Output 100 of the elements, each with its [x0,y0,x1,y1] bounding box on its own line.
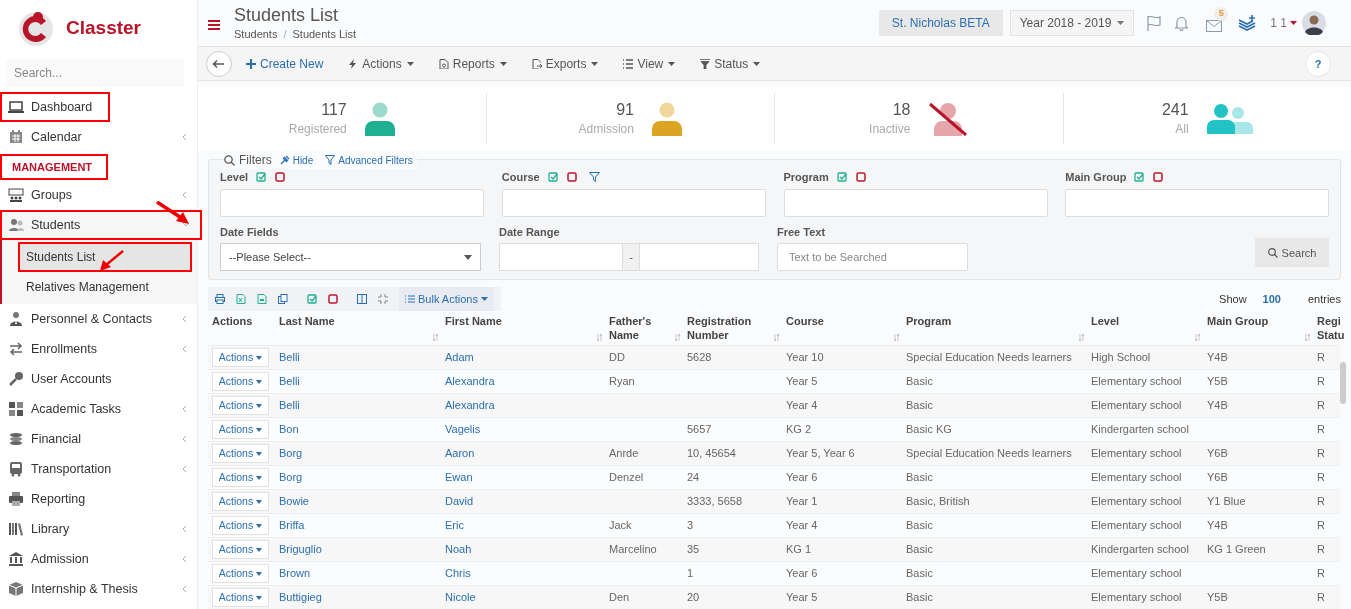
nav-item[interactable]: Transportation [0,454,197,484]
toolbar-dropdown[interactable]: Exports [531,54,599,73]
row-actions-button[interactable]: Actions [212,588,269,607]
name-link[interactable]: Bon [279,423,299,436]
sort-icon[interactable] [597,334,603,341]
name-link[interactable]: David [445,495,474,508]
sort-icon[interactable] [1305,334,1311,341]
csv-file-icon[interactable] [257,294,267,305]
column-header[interactable]: Course [786,314,892,328]
row-actions-button[interactable]: Actions [212,516,269,535]
nav-item[interactable]: Library [0,514,197,544]
row-actions-button[interactable]: Actions [212,444,269,463]
row-actions-button[interactable]: Actions [212,540,269,559]
printer-icon[interactable] [215,294,225,305]
name-link[interactable]: Briguglio [279,543,322,556]
toolbar-dropdown[interactable]: View [623,54,676,73]
column-header[interactable]: Main Group [1207,314,1303,328]
deselect-icon[interactable] [566,172,577,183]
name-link[interactable]: Adam [445,351,474,364]
deselect-icon[interactable] [275,172,286,183]
name-link[interactable]: Eric [445,519,464,532]
name-link[interactable]: Noah [445,543,472,556]
input-field[interactable] [501,189,766,218]
row-actions-button[interactable]: Actions [212,492,269,511]
input-field[interactable] [1065,189,1330,218]
flag-icon[interactable] [1146,15,1163,32]
deselect-icon[interactable] [1153,172,1164,183]
input-field[interactable] [639,243,759,272]
funnel-icon[interactable] [588,172,600,183]
row-actions-button[interactable]: Actions [212,420,269,439]
name-link[interactable]: Bowie [279,495,309,508]
input-field[interactable] [220,189,484,218]
copy-icon[interactable] [278,294,288,305]
help-button[interactable]: ? [1305,50,1331,77]
bell-icon[interactable] [1174,15,1190,32]
select-field[interactable]: --Please Select-- [220,243,481,272]
toolbar-dropdown[interactable]: Status [700,54,761,73]
name-link[interactable]: Buttigieg [279,591,322,604]
nav-subitem[interactable]: Students List [18,242,192,272]
row-actions-button[interactable]: Actions [212,468,269,487]
nav-item[interactable]: Students [0,210,202,240]
search-button[interactable]: Search [1255,238,1329,268]
hide-link[interactable]: Hide [279,152,314,168]
name-link[interactable]: Borg [279,471,303,484]
name-link[interactable]: Chris [445,567,471,580]
nav-item[interactable]: Admission [0,544,197,574]
input-field[interactable]: Text to be Searched [777,243,968,272]
nav-item[interactable]: Calendar [0,122,197,152]
column-header[interactable]: Regi Statu [1317,314,1351,342]
nav-item[interactable]: Internship & Thesis [0,574,197,604]
column-header[interactable]: Father's Name [609,314,673,342]
name-link[interactable]: Nicole [445,591,476,604]
select-all-icon[interactable] [1134,172,1145,183]
row-actions-button[interactable]: Actions [212,348,269,367]
avatar-icon[interactable] [1302,11,1326,36]
column-header[interactable]: Level [1091,314,1193,328]
school-button[interactable]: St. Nicholas BETA [878,10,1003,37]
input-field[interactable] [783,189,1048,218]
sort-icon[interactable] [1079,334,1085,341]
sort-icon[interactable] [433,334,439,341]
column-header[interactable]: Registration Number [687,314,772,342]
select-all-icon[interactable] [256,172,267,183]
sort-icon[interactable] [774,334,780,341]
menu-icon[interactable] [208,20,220,31]
name-link[interactable]: Briffa [279,519,305,532]
column-header[interactable]: Actions [212,314,265,328]
row-actions-button[interactable]: Actions [212,396,269,415]
input-field[interactable] [499,243,623,272]
name-link[interactable]: Borg [279,447,303,460]
name-link[interactable]: Aaron [445,447,475,460]
name-link[interactable]: Belli [279,375,300,388]
nav-item[interactable]: Financial [0,424,197,454]
bulk-actions-button[interactable]: Bulk Actions [399,287,494,312]
sort-icon[interactable] [1195,334,1201,341]
name-link[interactable]: Ewan [445,471,473,484]
toolbar-dropdown[interactable]: Reports [438,54,507,73]
deselect-icon[interactable] [328,294,338,305]
nav-subitem[interactable]: Relatives Management [18,272,192,302]
create-new-button[interactable]: Create New [246,54,324,73]
nav-item[interactable]: Academic Tasks [0,394,197,424]
search-field[interactable]: Search... [6,59,184,87]
name-link[interactable]: Alexandra [445,399,495,412]
name-link[interactable]: Alexandra [445,375,495,388]
user-menu[interactable]: 1 1 [1270,14,1297,33]
spreadsheet-icon[interactable] [236,294,246,305]
row-actions-button[interactable]: Actions [212,564,269,583]
sort-icon[interactable] [894,334,900,341]
name-link[interactable]: Belli [279,399,300,412]
year-dropdown[interactable]: Year 2018 - 2019 [1009,10,1135,37]
deselect-icon[interactable] [855,172,866,183]
layers-add-icon[interactable] [1238,15,1257,32]
envelope-icon[interactable] [1206,20,1223,33]
page-size-select[interactable]: 100 [1262,290,1281,308]
column-header[interactable]: First Name [445,314,595,328]
sort-icon[interactable] [675,334,681,341]
nav-item[interactable]: Reporting [0,484,197,514]
name-link[interactable]: Vagelis [445,423,481,436]
back-icon[interactable] [206,50,232,77]
toolbar-dropdown[interactable]: Actions [348,54,414,73]
compress-icon[interactable] [378,294,388,305]
